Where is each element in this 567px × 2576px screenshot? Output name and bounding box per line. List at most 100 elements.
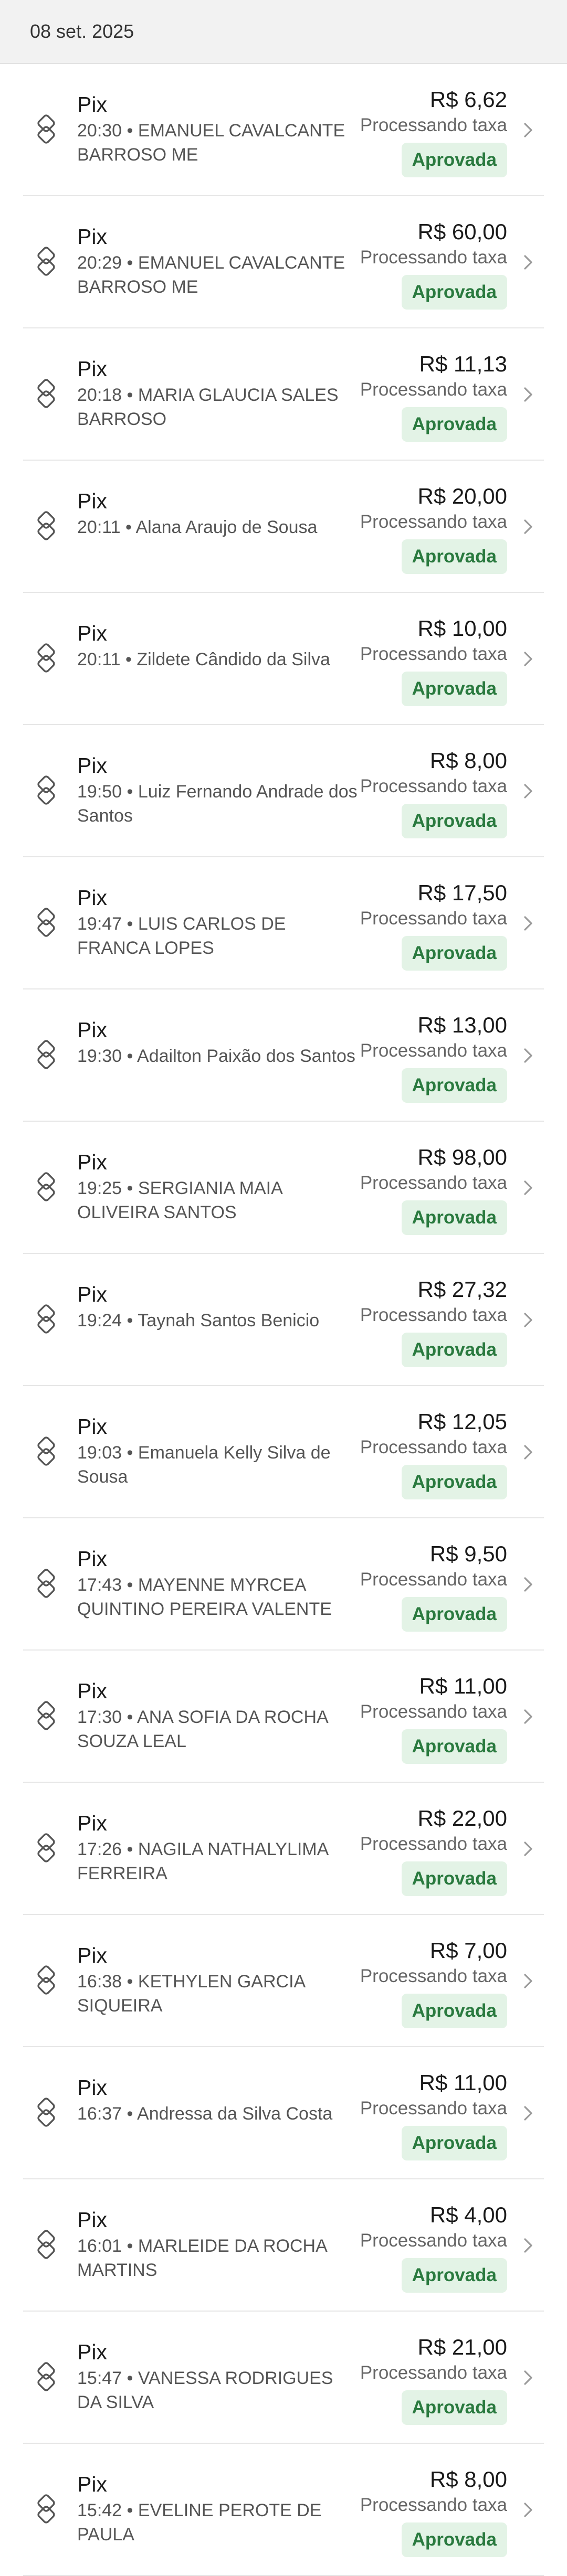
transaction-info: Pix 19:30 • Adailton Paixão dos Santos [77,1017,361,1068]
transaction-info: Pix 15:42 • EVELINE PEROTE DE PAULA [77,2471,361,2547]
transaction-info: Pix 17:30 • ANA SOFIA DA ROCHA SOUZA LEA… [77,1678,361,1753]
transaction-row[interactable]: Pix 17:26 • NAGILA NATHALYLIMA FERREIRA … [23,1783,544,1915]
transaction-amount: R$ 7,00 [429,1938,507,1963]
transaction-info: Pix 17:43 • MAYENNE MYRCEA QUINTINO PERE… [77,1546,361,1621]
transaction-row[interactable]: Pix 20:29 • EMANUEL CAVALCANTE BARROSO M… [23,196,544,328]
transaction-summary: R$ 60,00 Processando taxa Aprovada [360,218,507,310]
transaction-amount: R$ 8,00 [429,2467,507,2492]
transaction-detail: 19:03 • Emanuela Kelly Silva de Sousa [77,1443,331,1487]
payment-method: Pix [77,2075,107,2100]
transaction-row[interactable]: Pix 20:11 • Alana Araujo de Sousa R$ 20,… [23,461,544,593]
transaction-summary: R$ 27,32 Processando taxa Aprovada [360,1276,507,1367]
transaction-row[interactable]: Pix 20:30 • EMANUEL CAVALCANTE BARROSO M… [23,64,544,196]
transaction-time: 19:47 [77,914,122,934]
transaction-amount: R$ 98,00 [417,1145,507,1169]
transaction-detail: 20:11 • Zildete Cândido da Silva [77,650,330,669]
pix-icon [37,908,55,937]
transaction-row[interactable]: Pix 19:25 • SERGIANIA MAIA OLIVEIRA SANT… [23,1122,544,1254]
status-badge: Aprovada [401,2522,507,2557]
pix-icon [37,2362,55,2391]
transaction-row[interactable]: Pix 16:37 • Andressa da Silva Costa R$ 1… [23,2047,544,2179]
transaction-info: Pix 16:37 • Andressa da Silva Costa [77,2074,361,2126]
payment-method: Pix [77,886,107,910]
fee-status: Processando taxa [360,908,507,929]
transaction-amount: R$ 27,32 [417,1277,507,1302]
transaction-row[interactable]: Pix 19:47 • LUIS CARLOS DE FRANCA LOPES … [23,857,544,989]
transaction-amount: R$ 60,00 [417,219,507,244]
payment-method: Pix [77,2208,107,2232]
transaction-detail: 20:29 • EMANUEL CAVALCANTE BARROSO ME [77,253,345,297]
status-badge: Aprovada [401,1200,507,1235]
transaction-time: 15:47 [77,2368,122,2388]
status-badge: Aprovada [401,804,507,838]
transaction-row[interactable]: Pix 19:50 • Luiz Fernando Andrade dos Sa… [23,725,544,857]
chevron-right-icon [524,916,532,931]
fee-status: Processando taxa [360,2098,507,2119]
fee-status: Processando taxa [360,1569,507,1590]
transaction-amount: R$ 9,50 [429,1541,507,1566]
transaction-info: Pix 19:03 • Emanuela Kelly Silva de Sous… [77,1413,361,1489]
transaction-time: 19:25 [77,1178,122,1198]
transaction-summary: R$ 4,00 Processando taxa Aprovada [360,2201,507,2293]
fee-status: Processando taxa [360,2495,507,2515]
payment-method: Pix [77,1414,107,1439]
pix-icon [37,1172,55,1201]
transaction-row[interactable]: Pix 16:38 • KETHYLEN GARCIA SIQUEIRA R$ … [23,1915,544,2047]
transaction-row[interactable]: Pix 20:18 • MARIA GLAUCIA SALES BARROSO … [23,328,544,461]
payment-method: Pix [77,1150,107,1174]
transaction-time: 19:03 [77,1443,122,1463]
transaction-summary: R$ 21,00 Processando taxa Aprovada [360,2334,507,2425]
transaction-row[interactable]: Pix 19:24 • Taynah Santos Benicio R$ 27,… [23,1254,544,1386]
fee-status: Processando taxa [360,247,507,268]
transaction-amount: R$ 20,00 [417,484,507,508]
transaction-summary: R$ 11,00 Processando taxa Aprovada [360,2069,507,2160]
transaction-time: 17:30 [77,1707,122,1727]
payment-method: Pix [77,1811,107,1835]
pix-icon [37,1833,55,1862]
fee-status: Processando taxa [360,2230,507,2251]
pix-icon [37,2494,55,2524]
payment-method: Pix [77,1018,107,1042]
transaction-detail: 20:18 • MARIA GLAUCIA SALES BARROSO [77,385,339,429]
transaction-time: 20:18 [77,385,122,405]
transaction-row[interactable]: Pix 15:42 • EVELINE PEROTE DE PAULA R$ 8… [23,2444,544,2576]
transaction-summary: R$ 8,00 Processando taxa Aprovada [360,2466,507,2557]
payment-method: Pix [77,225,107,249]
status-badge: Aprovada [401,275,507,310]
payment-method: Pix [77,357,107,381]
transaction-row[interactable]: Pix 20:11 • Zildete Cândido da Silva R$ … [23,593,544,725]
transaction-amount: R$ 11,00 [419,1674,507,1698]
transaction-row[interactable]: Pix 19:03 • Emanuela Kelly Silva de Sous… [23,1386,544,1518]
transaction-amount: R$ 4,00 [429,2202,507,2227]
chevron-right-icon [524,123,532,137]
transaction-summary: R$ 11,13 Processando taxa Aprovada [360,350,507,442]
transaction-amount: R$ 21,00 [417,2335,507,2359]
transaction-summary: R$ 17,50 Processando taxa Aprovada [360,879,507,971]
fee-status: Processando taxa [360,1305,507,1325]
chevron-right-icon [524,255,532,270]
transaction-row[interactable]: Pix 16:01 • MARLEIDE DA ROCHA MARTINS R$… [23,2179,544,2312]
transaction-row[interactable]: Pix 17:30 • ANA SOFIA DA ROCHA SOUZA LEA… [23,1651,544,1783]
status-badge: Aprovada [401,2126,507,2160]
transaction-row[interactable]: Pix 17:43 • MAYENNE MYRCEA QUINTINO PERE… [23,1518,544,1651]
payer-name: Andressa da Silva Costa [137,2104,333,2124]
payment-method: Pix [77,1679,107,1703]
status-badge: Aprovada [401,1465,507,1499]
transaction-info: Pix 15:47 • VANESSA RODRIGUES DA SILVA [77,2339,361,2414]
pix-icon [37,379,55,408]
transaction-row[interactable]: Pix 19:30 • Adailton Paixão dos Santos R… [23,989,544,1122]
date-label: 08 set. 2025 [30,20,134,42]
transaction-detail: 17:30 • ANA SOFIA DA ROCHA SOUZA LEAL [77,1707,328,1751]
transaction-summary: R$ 12,05 Processando taxa Aprovada [360,1408,507,1499]
transaction-detail: 20:11 • Alana Araujo de Sousa [77,517,318,537]
transaction-detail: 17:26 • NAGILA NATHALYLIMA FERREIRA [77,1839,328,1883]
chevron-right-icon [524,1709,532,1724]
payment-method: Pix [77,1547,107,1571]
chevron-right-icon [524,2238,532,2253]
transaction-info: Pix 16:38 • KETHYLEN GARCIA SIQUEIRA [77,1942,361,2018]
chevron-right-icon [524,1048,532,1063]
status-badge: Aprovada [401,1729,507,1764]
transaction-amount: R$ 17,50 [417,880,507,905]
transaction-row[interactable]: Pix 15:47 • VANESSA RODRIGUES DA SILVA R… [23,2312,544,2444]
status-badge: Aprovada [401,407,507,442]
